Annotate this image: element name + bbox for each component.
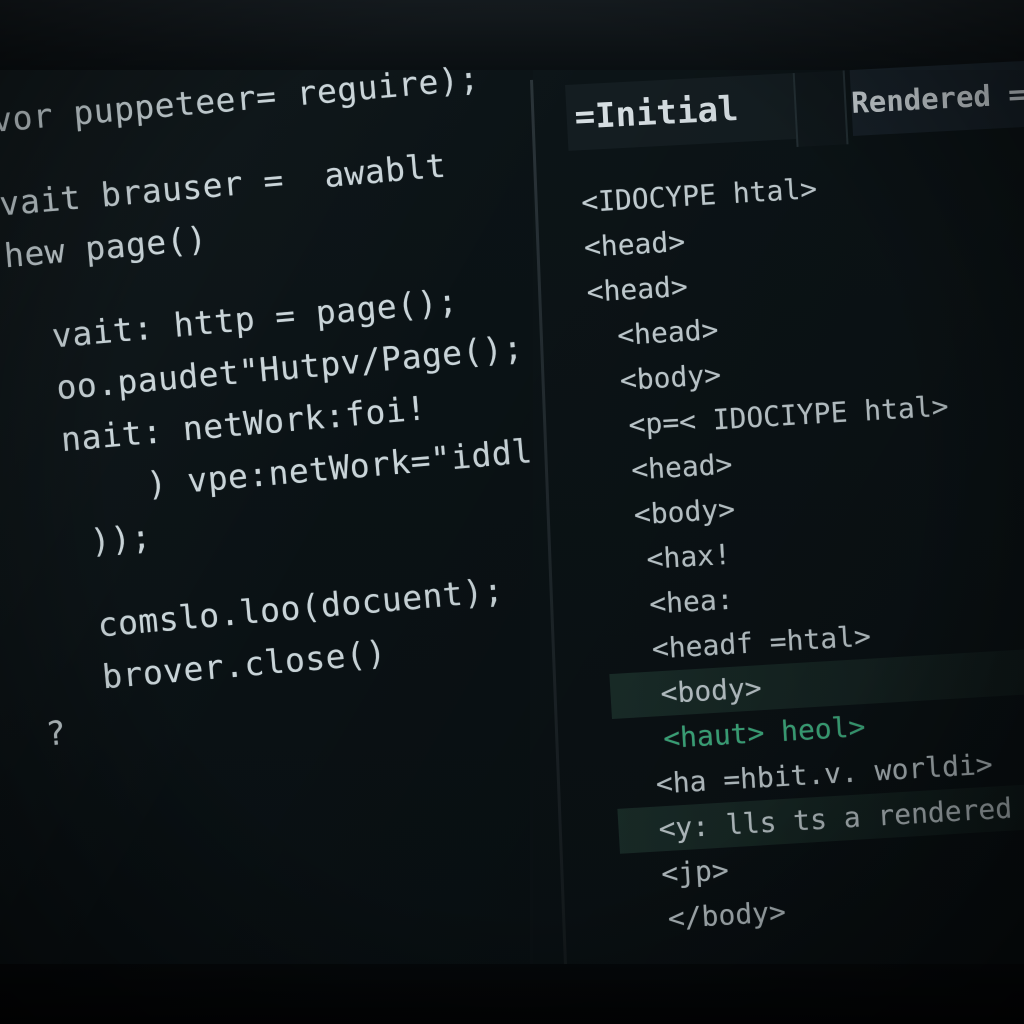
tab-initial[interactable]: =Initial: [565, 72, 802, 151]
monitor-photo: vor puppeteer= reguire); vait brauser = …: [0, 0, 1024, 1024]
html-source-view[interactable]: <IDOCYPE htal> <head> <head> <head> <bod…: [580, 149, 1024, 943]
tab-rendered[interactable]: Rendered =: [849, 59, 1024, 136]
monitor-bezel-bottom: [0, 964, 1024, 1024]
tab-separator: [792, 70, 849, 147]
